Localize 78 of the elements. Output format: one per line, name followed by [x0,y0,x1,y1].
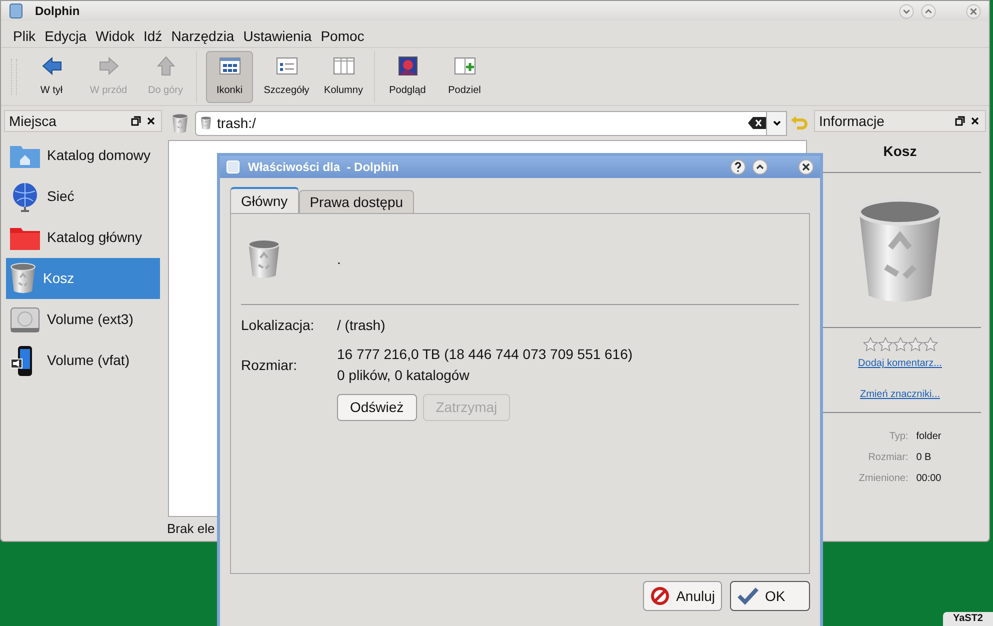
close-icon[interactable] [969,115,981,127]
field-value: 16 777 216,0 TB (18 446 744 073 709 551 616) [337,345,633,364]
cancel-icon [650,586,670,606]
toolbar-button[interactable]: Podgląd [384,50,431,102]
menu-item[interactable]: Ustawienia [243,26,312,46]
toolbar-button[interactable]: Kolumny [320,50,367,102]
field-value: folder [916,430,942,444]
field-value: 0 B [916,451,932,466]
rating-star-icon[interactable] [892,337,908,352]
dialog-title: Właściwości dla - Dolphin [248,159,399,176]
location-field[interactable]: trash:/ [195,110,767,136]
action-button[interactable]: Odśwież [337,394,417,421]
clear-icon[interactable] [748,117,766,129]
forward-arrow-icon [98,55,120,77]
taskbar-item[interactable]: YaST2 [942,612,993,626]
rating-star-icon[interactable] [908,337,922,352]
menu-item[interactable]: Edycja [44,26,87,46]
split-view-icon [454,55,476,77]
menu-item[interactable]: Narzędzia [171,26,234,46]
menu-item[interactable]: Pomoc [320,26,364,46]
trash-can-icon [200,116,212,130]
status-text: Brak ele [167,520,216,538]
field-label: Lokalizacja: [241,316,316,335]
columns-icon [332,55,354,77]
place-item[interactable]: Katalog główny [6,217,160,258]
toolbar-button[interactable]: Szczegóły [263,50,310,102]
field-value: 00:00 [916,472,942,486]
panel-title: Miejsca [9,112,58,131]
float-icon[interactable] [131,116,141,126]
toolbar-button[interactable]: W tył [28,50,75,102]
trash-can-icon [246,238,282,280]
maximize-icon[interactable] [921,4,936,18]
detail-list-icon [276,55,298,77]
place-item[interactable]: Kosz [6,258,160,299]
tab[interactable]: Prawa dostępu [298,190,414,213]
info-link[interactable]: Dodaj komentarz... [858,356,942,372]
window-title: Dolphin [35,3,80,20]
tab[interactable]: Główny [230,187,299,213]
rating-star-icon[interactable] [922,337,938,352]
shade-icon[interactable] [752,159,768,175]
app-icon [9,3,23,19]
info-link[interactable]: Zmień znaczniki... [860,387,940,402]
up-arrow-icon [154,55,176,77]
close-icon[interactable] [798,159,814,175]
place-item[interactable]: Volume (vfat) [6,340,160,381]
toolbar-button[interactable]: Podziel [441,50,488,102]
panel-title: Informacje [819,112,886,131]
close-icon[interactable] [145,115,157,127]
item-name: Kosz [883,142,917,161]
place-item[interactable]: Katalog domowy [6,135,160,176]
back-arrow-icon [40,55,62,77]
menu-item[interactable]: Plik [13,26,36,46]
field-label: Zmienione: [858,472,908,486]
toolbar-button[interactable]: Ikonki [206,50,253,102]
trash-can-icon [171,112,189,134]
menu-item[interactable]: Idź [144,26,162,46]
rating-star-icon[interactable] [878,337,892,352]
file-name: . [337,250,341,268]
field-label: Typ: [888,430,908,444]
image-preview-icon [396,55,418,77]
dialog-button[interactable]: OK [730,581,810,611]
dropdown-button[interactable] [767,110,787,136]
help-icon[interactable] [730,159,746,175]
minimize-icon[interactable] [899,4,914,18]
float-icon[interactable] [955,116,965,126]
field-value: 0 plików, 0 katalogów [337,366,470,385]
trash-can-icon [9,262,37,295]
dialog-button[interactable]: Anuluj [643,581,722,611]
menu-item[interactable]: Widok [96,26,134,46]
field-label: Rozmiar: [241,356,298,374]
icon-grid-icon [218,55,240,77]
app-icon [226,160,240,174]
rating-star-icon[interactable] [862,337,878,352]
field-value: / (trash) [337,316,386,335]
place-item[interactable]: Volume (ext3) [6,299,160,340]
field-label: Rozmiar: [867,451,908,466]
place-item[interactable]: Sieć [6,176,160,217]
checkmark-icon [737,587,759,605]
